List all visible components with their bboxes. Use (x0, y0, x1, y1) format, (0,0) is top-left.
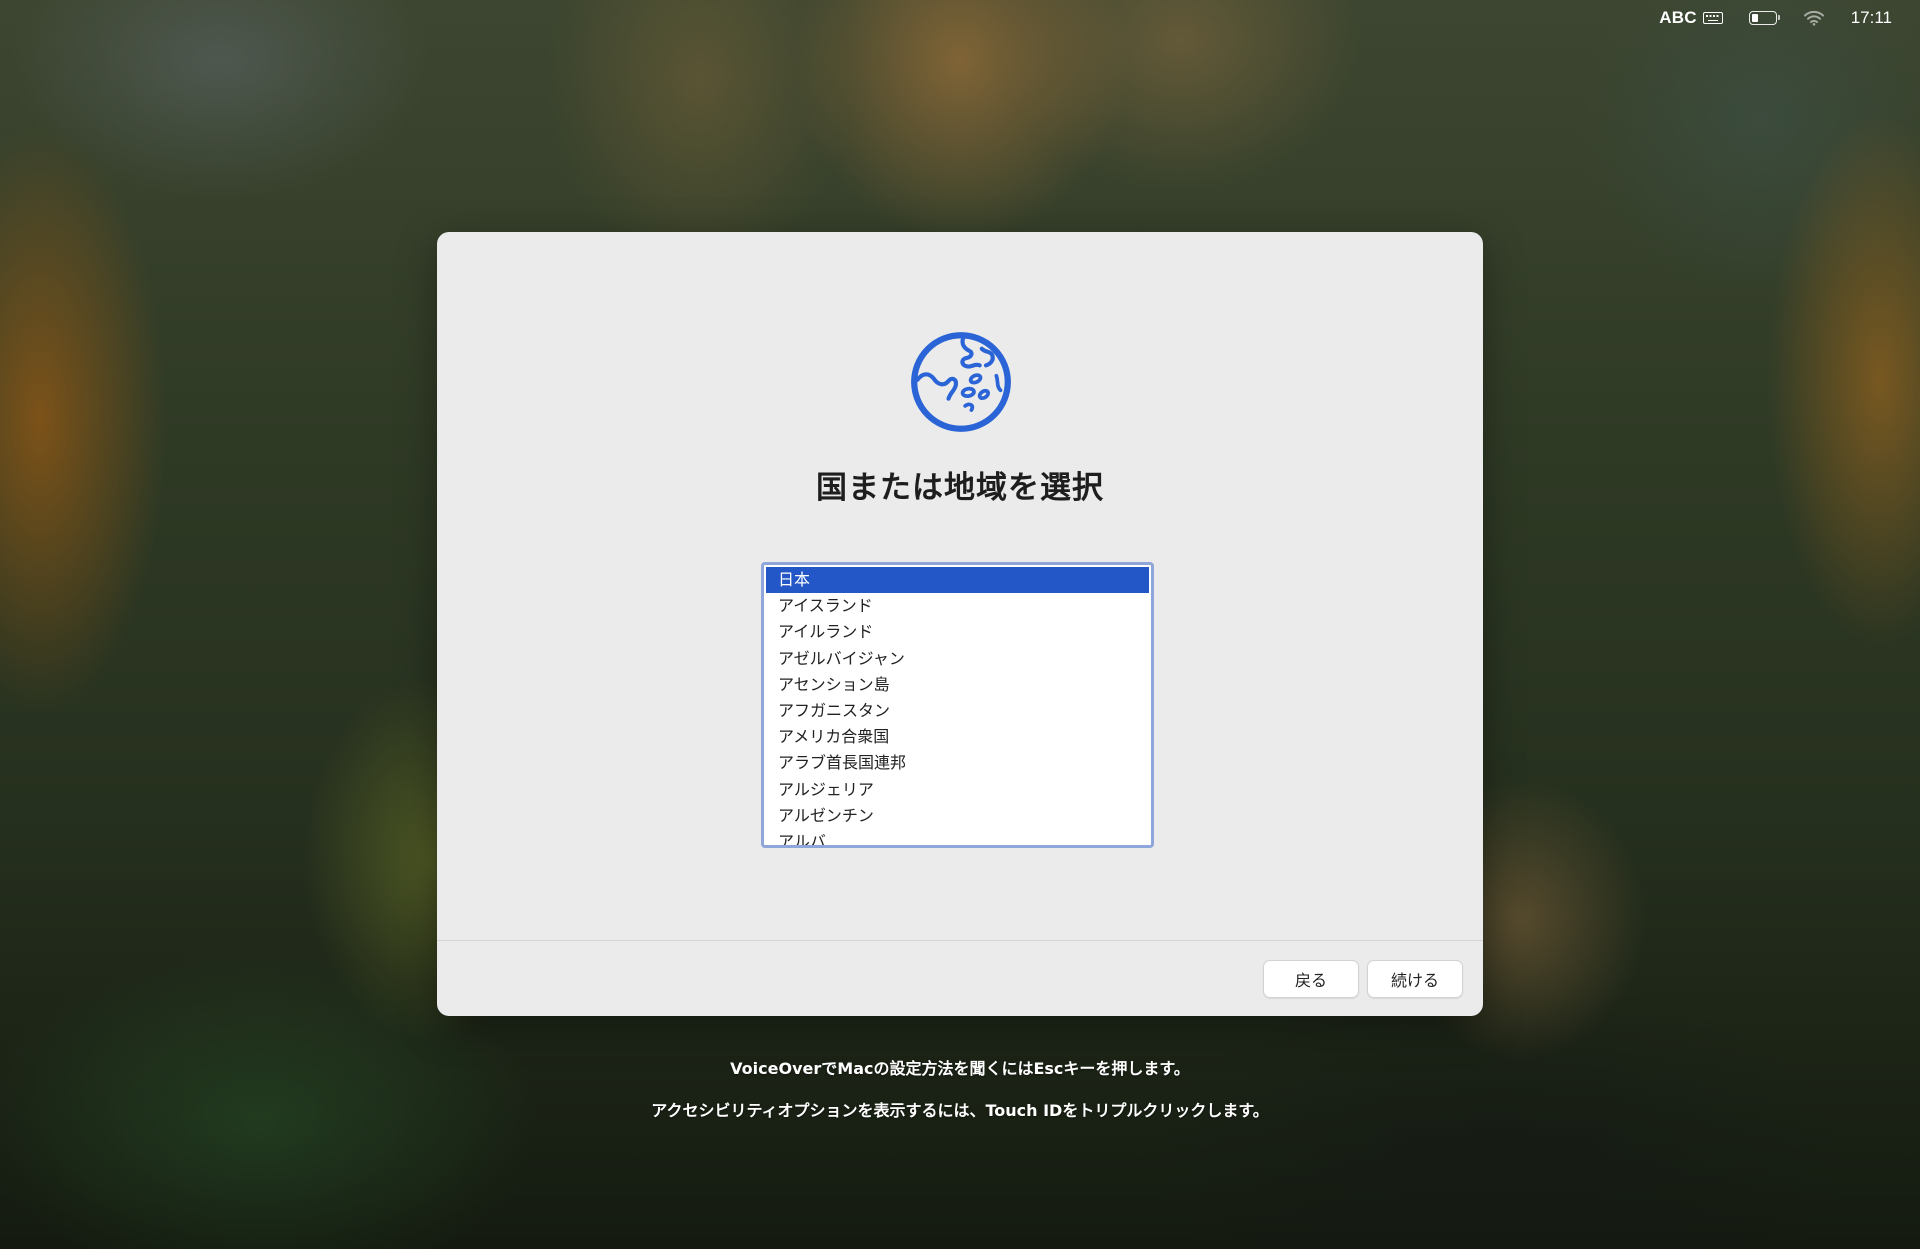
list-item[interactable]: アイルランド (766, 619, 1149, 645)
desktop-background: ABC 17:11 国または地域を選択 日本 アイスランド アイルランド アゼル… (0, 0, 1920, 1249)
list-item[interactable]: アルバ (766, 829, 1149, 845)
input-source-label: ABC (1659, 8, 1697, 27)
voiceover-hint: VoiceOverでMacの設定方法を聞くにはEscキーを押します。 (730, 1059, 1190, 1078)
setup-assistant-window: 国または地域を選択 日本 アイスランド アイルランド アゼルバイジャン アセンション島ア… (437, 232, 1483, 1016)
list-item[interactable]: アイスランド (766, 593, 1149, 619)
list-item[interactable]: アゼルバイジャン (766, 646, 1149, 672)
list-item[interactable]: アセンション島 (766, 672, 1149, 698)
continue-button[interactable]: 続ける (1367, 960, 1463, 998)
globe-icon (911, 332, 1011, 432)
list-item[interactable]: アフガニスタン (766, 698, 1149, 724)
country-list[interactable]: 日本 アイスランド アイルランド アゼルバイジャン アセンション島 アフガニスタン アメリカ… (761, 562, 1154, 848)
input-source-menu[interactable]: ABC (1659, 8, 1723, 28)
list-item[interactable]: アルゼンチン (766, 803, 1149, 829)
list-item[interactable]: アルジェリア (766, 777, 1149, 803)
back-button[interactable]: 戻る (1263, 960, 1359, 998)
list-item[interactable]: アラブ首長国連邦 (766, 750, 1149, 776)
accessibility-hint: アクセシビリティオプションを表示するには、Touch IDをトリプルクリックしま… (651, 1101, 1269, 1120)
page-title: 国または地域を選択 (816, 470, 1104, 506)
keyboard-icon (1702, 12, 1723, 24)
battery-menu[interactable] (1748, 11, 1780, 25)
wifi-menu[interactable] (1803, 10, 1825, 26)
battery-level-fill (1751, 14, 1758, 22)
footer-divider (437, 940, 1483, 941)
list-item[interactable]: 日本 (766, 567, 1149, 594)
menu-bar: ABC 17:11 (1659, 0, 1920, 36)
list-item[interactable]: アメリカ合衆国 (766, 724, 1149, 750)
wifi-icon (1803, 10, 1824, 26)
battery-icon (1748, 11, 1780, 25)
clock[interactable]: 17:11 (1851, 8, 1892, 28)
